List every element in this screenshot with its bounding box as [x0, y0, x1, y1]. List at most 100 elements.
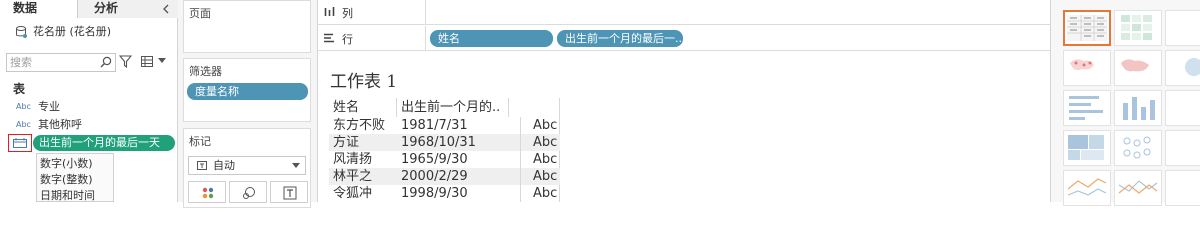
- cell-name: 东方不败: [333, 118, 386, 133]
- cell-name: 方证: [333, 135, 360, 150]
- table-row[interactable]: 东方不败 1981/7/31 Abc: [329, 117, 560, 134]
- columns-shelf[interactable]: 列: [318, 0, 1050, 25]
- pages-card[interactable]: 页面: [183, 0, 311, 53]
- field-label: 其他称呼: [38, 118, 82, 131]
- showme-area-chart[interactable]: [1165, 170, 1200, 206]
- showme-symbol-map[interactable]: [1063, 50, 1111, 86]
- field-item[interactable]: Abc 专业: [0, 98, 178, 116]
- vertical-bars-thumbnail-icon: [1123, 97, 1155, 120]
- cell-value: Abc: [533, 152, 558, 167]
- cell-value: Abc: [533, 186, 558, 201]
- string-type-icon: Abc: [16, 102, 31, 111]
- color-icon: [202, 187, 214, 199]
- cell-date: 1968/10/31: [401, 135, 476, 150]
- datasource-label: 花名册 (花名册): [33, 25, 112, 38]
- header-date[interactable]: 出生前一个月的..: [397, 98, 509, 117]
- showme-side-by-side-circles[interactable]: [1165, 130, 1200, 166]
- pie-chart-thumbnail-icon: [1185, 58, 1200, 76]
- pages-title: 页面: [189, 7, 211, 20]
- columns-icon: [324, 7, 335, 16]
- showme-heat-map[interactable]: [1114, 10, 1162, 46]
- selected-field-label[interactable]: 出生前一个月的最后一天: [33, 135, 175, 151]
- marks-title: 标记: [189, 135, 211, 148]
- filters-title: 筛选器: [189, 65, 222, 78]
- treemap-thumbnail-icon: [1068, 135, 1104, 160]
- search-input[interactable]: [10, 55, 96, 70]
- size-icon: [243, 187, 255, 199]
- filters-card[interactable]: 筛选器 度量名称: [183, 58, 311, 122]
- data-type-button[interactable]: [8, 134, 32, 152]
- columns-shelf-label-area: 列: [318, 0, 426, 24]
- cell-date: 1981/7/31: [401, 118, 468, 133]
- cell-date: 1998/9/30: [401, 186, 468, 201]
- showme-side-by-side-bars[interactable]: [1165, 90, 1200, 126]
- size-button[interactable]: [229, 181, 267, 203]
- color-button[interactable]: [188, 181, 226, 203]
- cell-value: Abc: [533, 118, 558, 133]
- cell-name: 林平之: [333, 169, 373, 184]
- cell-name: 令狐冲: [333, 186, 373, 201]
- table-row[interactable]: 风清扬 1965/9/30 Abc: [329, 151, 560, 168]
- cell-name: 风清扬: [333, 152, 373, 167]
- table-row[interactable]: 方证 1968/10/31 Abc: [329, 134, 560, 151]
- list-view-icon[interactable]: [141, 56, 153, 67]
- showme-stacked-bars[interactable]: [1114, 90, 1162, 126]
- rows-shelf-label-area: 行: [318, 26, 426, 50]
- data-pane: 数据 分析 花名册 (花名册) 表 Abc 专业 Abc 其他: [0, 0, 178, 202]
- mark-type-select[interactable]: 自动: [188, 156, 306, 175]
- pane-tabs: 数据 分析: [0, 0, 178, 18]
- showme-filled-map[interactable]: [1114, 50, 1162, 86]
- showme-pie-chart[interactable]: [1165, 50, 1200, 86]
- field-label: 专业: [38, 100, 60, 113]
- field-item[interactable]: Abc 其他称呼: [0, 116, 178, 134]
- collapse-pane-button[interactable]: [154, 0, 178, 18]
- heat-map-thumbnail-icon: [1121, 15, 1152, 40]
- showme-circle-views[interactable]: [1114, 130, 1162, 166]
- columns-label: 列: [342, 7, 353, 20]
- showme-line-chart[interactable]: [1063, 170, 1111, 206]
- marks-card: 标记 自动: [183, 128, 311, 208]
- field-search[interactable]: [6, 53, 116, 72]
- text-button[interactable]: [270, 181, 308, 203]
- calendar-icon: [13, 138, 27, 148]
- rows-icon: [324, 33, 334, 43]
- field-item-selected[interactable]: 出生前一个月的最后一天: [0, 134, 178, 152]
- row-pill-date[interactable]: 出生前一个月的最后一..: [557, 30, 683, 47]
- showme-highlight-table[interactable]: [1165, 10, 1200, 46]
- circle-view-thumbnail-icon: [1123, 136, 1151, 159]
- showme-horizontal-bars[interactable]: [1063, 90, 1111, 126]
- auto-mark-icon: [197, 161, 207, 170]
- cell-date: 1965/9/30: [401, 152, 468, 167]
- caret-down-icon[interactable]: [158, 58, 166, 64]
- tab-data[interactable]: 数据: [0, 0, 78, 18]
- tab-analytics[interactable]: 分析: [78, 0, 154, 18]
- text-table-thumbnail-icon: [1067, 15, 1107, 41]
- rows-shelf[interactable]: 行 姓名 出生前一个月的最后一..: [318, 26, 1050, 51]
- showme-text-table[interactable]: [1063, 10, 1111, 46]
- menu-item-datetime[interactable]: 日期和时间: [40, 188, 95, 204]
- symbol-map-thumbnail-icon: [1070, 59, 1094, 71]
- table-row[interactable]: 令狐冲 1998/9/30 Abc: [329, 185, 560, 202]
- table-row[interactable]: 林平之 2000/2/29 Abc: [329, 168, 560, 185]
- mark-type-label: 自动: [213, 159, 235, 172]
- menu-item-integer[interactable]: 数字(整数): [40, 172, 93, 188]
- show-me-pane: [1050, 0, 1200, 206]
- cards-pane: 页面 筛选器 度量名称 标记 自动: [178, 0, 318, 208]
- menu-item-decimal[interactable]: 数字(小数): [40, 156, 93, 172]
- cell-value: Abc: [533, 135, 558, 150]
- search-icon[interactable]: [100, 56, 112, 68]
- filter-pill-measure-names[interactable]: 度量名称: [187, 83, 308, 100]
- horizontal-bars-thumbnail-icon: [1069, 96, 1103, 120]
- header-name[interactable]: 姓名: [329, 98, 397, 117]
- cell-value: Abc: [533, 169, 558, 184]
- string-type-icon: Abc: [16, 120, 31, 129]
- filled-map-thumbnail-icon: [1121, 59, 1149, 72]
- showme-dual-line[interactable]: [1114, 170, 1162, 206]
- filter-icon[interactable]: [119, 55, 132, 68]
- row-pill-name[interactable]: 姓名: [430, 30, 553, 47]
- caret-down-icon: [292, 163, 300, 168]
- rows-label: 行: [342, 33, 353, 46]
- showme-treemap[interactable]: [1063, 130, 1111, 166]
- chevron-left-icon: [163, 4, 169, 14]
- worksheet-area: 列 行 姓名 出生前一个月的最后一.. 工作表 1 姓名 出生前一个月的.. 东…: [318, 0, 1050, 202]
